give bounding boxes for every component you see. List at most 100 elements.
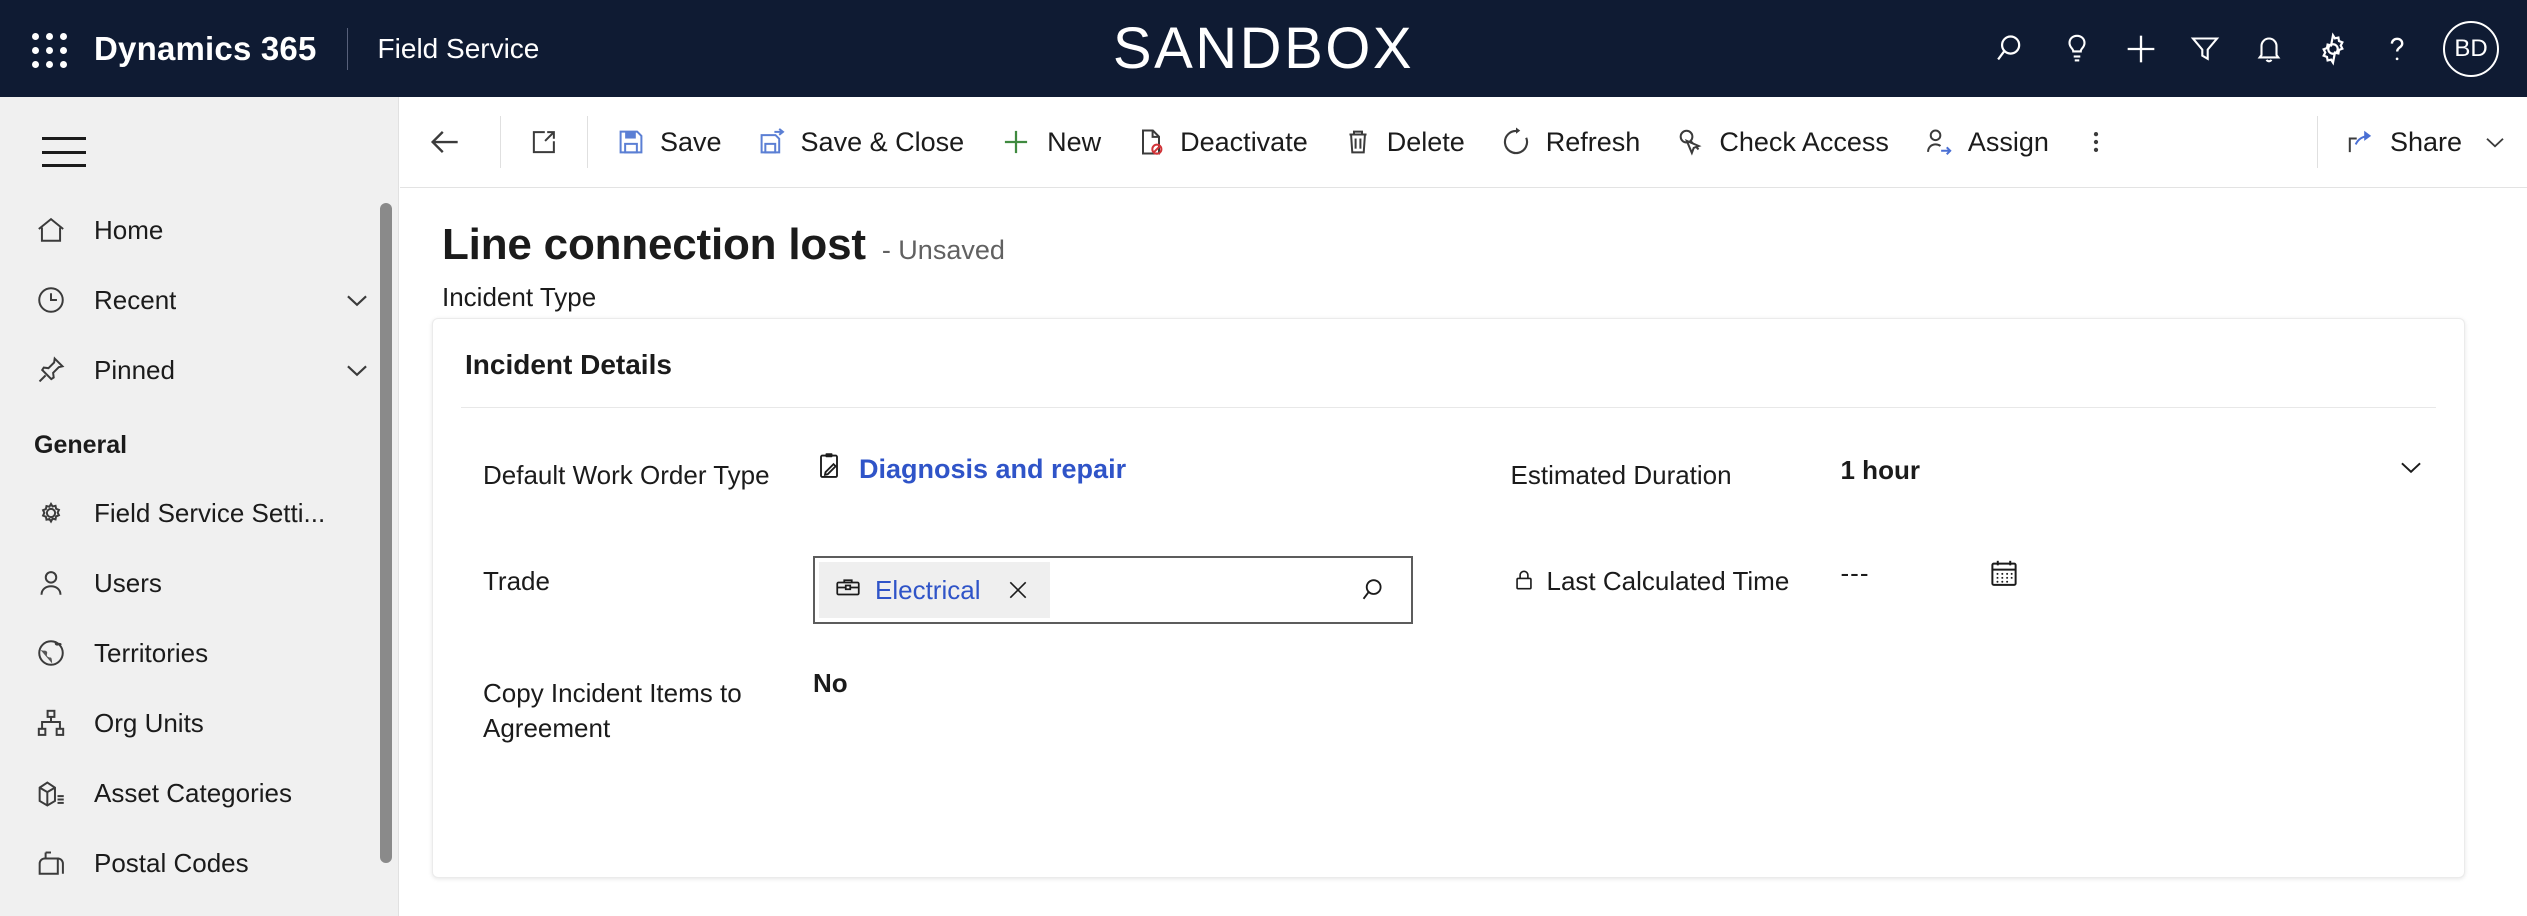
org-chart-icon — [34, 703, 80, 743]
sidebar-item-asset-categories[interactable]: Asset Categories — [0, 758, 398, 828]
field-default-work-order-type: Default Work Order Type Diagnosis and re… — [483, 450, 1449, 512]
field-label: Copy Incident Items to Agreement — [483, 678, 742, 744]
sidebar-scrollbar[interactable] — [380, 203, 392, 863]
command-bar: Save Save & Close New Deactivate Delete — [400, 97, 2527, 188]
field-label: Estimated Duration — [1510, 460, 1732, 490]
trade-lookup-input[interactable]: Electrical — [813, 556, 1413, 624]
sidebar-item-recent[interactable]: Recent — [0, 265, 398, 335]
sidebar-item-label: Asset Categories — [94, 777, 292, 808]
field-label-group: Last Calculated Time — [1511, 556, 1841, 602]
field-value: Electrical — [813, 556, 1449, 624]
field-estimated-duration: Estimated Duration 1 hour — [1511, 450, 2465, 512]
estimated-duration-value[interactable]: 1 hour — [1841, 455, 1920, 486]
clock-icon — [34, 280, 80, 320]
hamburger-icon[interactable] — [42, 137, 86, 167]
command-divider — [2316, 116, 2318, 168]
refresh-button[interactable]: Refresh — [1482, 97, 1658, 188]
brand-title[interactable]: Dynamics 365 — [94, 30, 347, 68]
field-trade: Trade Electrical — [483, 556, 1449, 624]
form-grid: Default Work Order Type Diagnosis and re… — [433, 408, 2464, 790]
sidebar-item-label: Territories — [94, 637, 209, 668]
home-icon — [34, 210, 80, 250]
assign-button[interactable]: Assign — [1906, 97, 2066, 188]
bell-icon[interactable] — [2237, 17, 2301, 81]
deactivate-button[interactable]: Deactivate — [1118, 97, 1325, 188]
app-launcher-icon[interactable] — [24, 25, 72, 73]
share-label: Share — [2389, 126, 2462, 157]
sidebar-item-label: Field Service Setti... — [94, 497, 326, 528]
incident-details-card: Incident Details Default Work Order Type — [432, 318, 2465, 878]
default-work-order-type-link[interactable]: Diagnosis and repair — [859, 454, 1126, 485]
lock-icon — [1511, 564, 1537, 602]
sidebar-item-pinned[interactable]: Pinned — [0, 335, 398, 405]
sidebar-scrollbar-thumb[interactable] — [380, 203, 392, 863]
work-order-type-icon — [813, 450, 845, 489]
sidebar-item-label: Home — [94, 214, 164, 245]
new-button[interactable]: New — [981, 97, 1118, 188]
field-value[interactable]: Diagnosis and repair — [813, 450, 1449, 489]
sidebar-item-users[interactable]: Users — [0, 548, 398, 618]
trade-selected-chip[interactable]: Electrical — [819, 562, 1051, 618]
sidebar-group-title: General — [34, 431, 128, 459]
sidebar-item-territories[interactable]: Territories — [0, 618, 398, 688]
delete-label: Delete — [1386, 126, 1465, 157]
search-icon[interactable] — [1359, 574, 1391, 606]
sidebar-item-org-units[interactable]: Org Units — [0, 688, 398, 758]
delete-button[interactable]: Delete — [1325, 97, 1482, 188]
person-icon — [34, 563, 80, 603]
field-value: --- — [1841, 556, 2465, 590]
save-and-close-button[interactable]: Save & Close — [739, 97, 982, 188]
gear-icon[interactable] — [2301, 17, 2365, 81]
refresh-label: Refresh — [1545, 126, 1641, 157]
new-label: New — [1047, 126, 1102, 157]
toolbox-icon — [833, 572, 863, 609]
check-access-button[interactable]: Check Access — [1657, 97, 1906, 188]
help-icon[interactable] — [2365, 17, 2429, 81]
share-button[interactable]: Share — [2328, 97, 2527, 188]
back-button[interactable] — [400, 97, 490, 188]
close-icon[interactable] — [998, 576, 1038, 604]
field-last-calculated-time: Last Calculated Time --- — [1511, 556, 2465, 618]
avatar[interactable]: BD — [2443, 20, 2499, 77]
lightbulb-icon[interactable] — [2045, 17, 2109, 81]
last-calculated-time-value: --- — [1840, 557, 1870, 588]
sidebar-item-postal-codes[interactable]: Postal Codes — [0, 828, 398, 898]
sidebar-item-label: Users — [94, 567, 162, 598]
sidebar-item-label: Org Units — [94, 707, 204, 738]
open-in-new-window-button[interactable] — [511, 97, 577, 188]
filter-icon[interactable] — [2173, 17, 2237, 81]
chevron-down-icon[interactable] — [2480, 127, 2510, 157]
asset-box-icon — [34, 773, 80, 813]
sidebar: Home Recent Pinned General Field Service… — [0, 97, 399, 916]
form-column-right: Estimated Duration 1 hour Last Calculate… — [1449, 450, 2465, 790]
more-commands-button[interactable] — [2066, 97, 2126, 188]
header-actions: BD — [1981, 0, 2503, 97]
command-divider — [500, 116, 501, 168]
app-header: Dynamics 365 Field Service SANDBOX BD — [0, 0, 2527, 97]
assign-label: Assign — [1967, 126, 2049, 157]
chevron-down-icon[interactable] — [340, 283, 374, 317]
save-and-close-label: Save & Close — [800, 126, 965, 157]
page-title: Line connection lost — [442, 220, 866, 269]
plus-icon[interactable] — [2109, 17, 2173, 81]
record-content: Line connection lost - Unsaved Incident … — [400, 188, 2527, 916]
save-button[interactable]: Save — [598, 97, 739, 188]
mailbox-icon — [34, 843, 80, 883]
section-title: Incident Details — [465, 349, 672, 380]
sidebar-primary-nav: Home Recent Pinned General Field Service… — [0, 195, 398, 898]
sidebar-item-field-service-settings[interactable]: Field Service Setti... — [0, 478, 398, 548]
chevron-down-icon[interactable] — [2394, 450, 2428, 491]
gear-icon — [34, 493, 80, 533]
chevron-down-icon[interactable] — [340, 353, 374, 387]
field-label: Trade — [483, 566, 550, 596]
record-status: - Unsaved — [881, 235, 1005, 265]
trade-chip-label: Electrical — [875, 574, 981, 605]
search-icon[interactable] — [1981, 17, 2045, 81]
field-label: Last Calculated Time — [1546, 566, 1790, 596]
field-value: 1 hour — [1841, 450, 2465, 491]
calendar-icon[interactable] — [1987, 556, 2021, 590]
copy-incident-items-value[interactable]: No — [813, 668, 1449, 699]
app-name[interactable]: Field Service — [348, 33, 540, 65]
sidebar-item-home[interactable]: Home — [0, 195, 398, 265]
sidebar-item-label: Postal Codes — [94, 847, 249, 878]
